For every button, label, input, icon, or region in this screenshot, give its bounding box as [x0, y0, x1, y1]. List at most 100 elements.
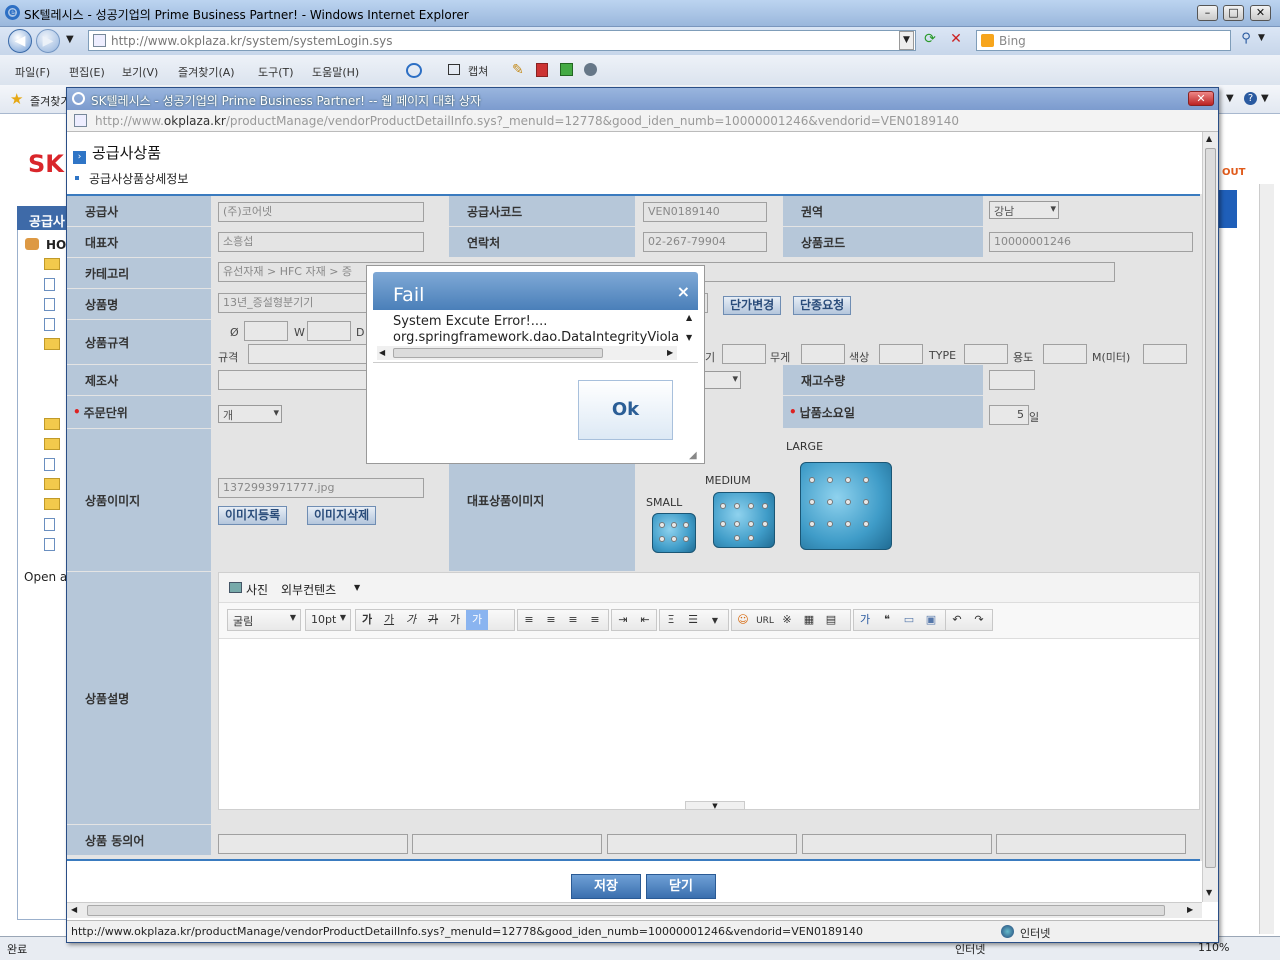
- list-icon[interactable]: ☰: [682, 610, 704, 630]
- synonym-input-4[interactable]: [802, 834, 992, 854]
- template-icon[interactable]: ▣: [920, 610, 942, 630]
- close-window-button[interactable]: ✕: [1250, 5, 1271, 21]
- line-height-icon[interactable]: Ξ: [660, 610, 682, 630]
- synonym-input-3[interactable]: [607, 834, 797, 854]
- price-change-button[interactable]: 단가변경: [723, 296, 782, 315]
- msg-hscrollbar[interactable]: ◀ ▶: [377, 346, 677, 360]
- back-button[interactable]: ◀: [8, 29, 32, 53]
- search-icon[interactable]: ⚲: [1236, 31, 1256, 50]
- search-options-icon[interactable]: ▼: [1258, 33, 1265, 43]
- spec-type-input[interactable]: [964, 344, 1008, 364]
- font-color-icon[interactable]: 가: [444, 610, 466, 630]
- help-icon[interactable]: ?: [1244, 92, 1257, 105]
- font-size-select[interactable]: 10pt ▼: [305, 609, 351, 631]
- logout-link[interactable]: OUT: [1222, 167, 1245, 178]
- align-justify-icon[interactable]: ≡: [584, 610, 606, 630]
- scroll-thumb[interactable]: [1205, 148, 1216, 868]
- capture-icon[interactable]: [448, 64, 460, 75]
- emoticon-icon[interactable]: ☺: [732, 610, 754, 630]
- editor-resize-handle[interactable]: ▼: [685, 801, 745, 810]
- synonym-input-2[interactable]: [412, 834, 602, 854]
- page-menu-dropdown-icon[interactable]: ▼: [1226, 93, 1234, 104]
- spec-meter-input[interactable]: [1143, 344, 1187, 364]
- order-unit-select[interactable]: 개: [218, 405, 282, 423]
- spec-w-input[interactable]: [307, 321, 351, 341]
- italic-icon[interactable]: 가: [400, 610, 422, 630]
- special-char-icon[interactable]: ※: [776, 610, 798, 630]
- maker-select[interactable]: [703, 371, 741, 389]
- font-family-select[interactable]: 굴림 ▼: [227, 609, 301, 631]
- hscroll-thumb[interactable]: [87, 905, 1165, 916]
- bold-icon[interactable]: 가: [356, 610, 378, 630]
- editor-tab-photo[interactable]: 사진: [246, 581, 268, 598]
- editor-tab-dropdown-icon[interactable]: ▼: [354, 583, 360, 592]
- minimize-button[interactable]: –: [1197, 5, 1218, 21]
- menu-edit[interactable]: 편집(E): [69, 64, 105, 80]
- align-center-icon[interactable]: ≡: [540, 610, 562, 630]
- book-icon[interactable]: [536, 63, 548, 77]
- menu-favorites[interactable]: 즐겨찾기(A): [178, 64, 235, 80]
- image-register-button[interactable]: 이미지등록: [218, 506, 288, 525]
- quote-icon[interactable]: ❝: [876, 610, 898, 630]
- undo-icon[interactable]: ↶: [946, 610, 968, 630]
- popup-vertical-scrollbar[interactable]: ▲ ▼: [1202, 132, 1218, 902]
- ok-button[interactable]: Ok: [578, 380, 673, 440]
- outdent-icon[interactable]: ⇤: [634, 610, 656, 630]
- broom-icon[interactable]: ✎: [512, 62, 524, 78]
- star-icon[interactable]: ★: [10, 90, 23, 108]
- maximize-button[interactable]: □: [1223, 5, 1244, 21]
- bg-right-scrollbar[interactable]: [1259, 184, 1274, 934]
- hr-icon[interactable]: ▤: [820, 610, 842, 630]
- forward-button[interactable]: ▶: [36, 29, 60, 53]
- url-link-button[interactable]: URL: [754, 611, 776, 631]
- menu-tools[interactable]: 도구(T): [258, 64, 294, 80]
- note-icon[interactable]: [560, 63, 573, 76]
- save-button[interactable]: 저장: [571, 874, 641, 899]
- address-bar[interactable]: http://www.okplaza.kr/system/systemLogin…: [88, 30, 916, 51]
- spec-usage-input[interactable]: [1043, 344, 1087, 364]
- list-dropdown-icon[interactable]: ▼: [704, 611, 726, 631]
- spec-weight-input[interactable]: [801, 344, 845, 364]
- align-left-icon[interactable]: ≡: [518, 610, 540, 630]
- image-delete-button[interactable]: 이미지삭제: [307, 506, 377, 525]
- bg-color-icon[interactable]: 가: [466, 610, 488, 630]
- refresh-icon[interactable]: ⟳: [920, 31, 940, 50]
- ie-toolbar-icon[interactable]: [406, 63, 422, 78]
- address-dropdown-button[interactable]: ▼: [899, 31, 914, 50]
- spec-standard-input[interactable]: [248, 344, 368, 364]
- spec-size-input[interactable]: [722, 344, 766, 364]
- circle-icon[interactable]: [584, 63, 597, 76]
- spec-diameter-input[interactable]: [244, 321, 288, 341]
- menu-help[interactable]: 도움말(H): [312, 64, 359, 80]
- stock-input[interactable]: [989, 370, 1035, 390]
- search-input[interactable]: Bing: [976, 30, 1231, 51]
- menu-file[interactable]: 파일(F): [15, 64, 50, 80]
- maker-input[interactable]: [218, 370, 368, 390]
- scroll-down-icon[interactable]: ▼: [1206, 888, 1212, 897]
- dialog-resize-grip-icon[interactable]: ◢: [689, 450, 697, 461]
- msg-hscroll-thumb[interactable]: [393, 348, 603, 358]
- synonym-input-5[interactable]: [996, 834, 1186, 854]
- menu-view[interactable]: 보기(V): [122, 64, 158, 80]
- capture-button[interactable]: 캡쳐: [468, 63, 488, 79]
- indent-icon[interactable]: ⇥: [612, 610, 634, 630]
- spec-color-input[interactable]: [879, 344, 923, 364]
- msg-scroll-right-icon[interactable]: ▶: [667, 348, 673, 357]
- background-icon[interactable]: ▭: [898, 610, 920, 630]
- editor-tab-external[interactable]: 외부컨텐츠: [281, 581, 336, 598]
- discontinue-button[interactable]: 단종요청: [793, 296, 852, 315]
- popup-close-button[interactable]: ✕: [1188, 91, 1214, 106]
- scroll-right-icon[interactable]: ▶: [1187, 905, 1193, 914]
- delivery-days-input[interactable]: 5: [989, 405, 1029, 425]
- stop-icon[interactable]: ✕: [946, 31, 966, 50]
- msg-scroll-down-icon[interactable]: ▼: [686, 333, 692, 342]
- underline-icon[interactable]: 가: [378, 610, 400, 630]
- msg-scroll-up-icon[interactable]: ▲: [686, 313, 692, 322]
- text-box-icon[interactable]: 가: [854, 610, 876, 630]
- history-dropdown-icon[interactable]: ▼: [66, 34, 74, 45]
- table-icon[interactable]: ▦: [798, 610, 820, 630]
- scroll-left-icon[interactable]: ◀: [71, 905, 77, 914]
- dialog-close-icon[interactable]: ×: [677, 282, 690, 301]
- redo-icon[interactable]: ↷: [968, 610, 990, 630]
- strike-icon[interactable]: 가: [422, 610, 444, 630]
